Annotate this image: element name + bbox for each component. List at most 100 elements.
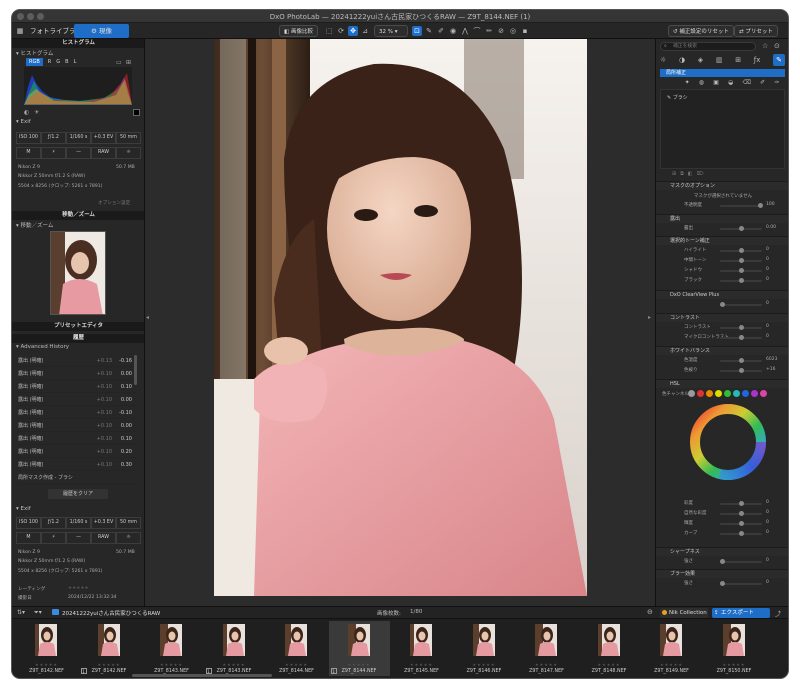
histogram-subheader[interactable]: ▾ ヒストグラム — [16, 49, 53, 57]
row-slider-knob[interactable] — [739, 501, 744, 506]
image-viewer[interactable]: ◂ ▸ — [146, 39, 654, 606]
contrast-section[interactable]: コントラスト — [656, 313, 788, 322]
channel-g[interactable]: G — [56, 58, 60, 66]
collapse-left-icon[interactable]: ◂ — [146, 314, 152, 328]
row-slider-knob[interactable] — [739, 511, 744, 516]
row-slider[interactable] — [720, 368, 762, 373]
fit-icon[interactable]: ⊡ — [412, 26, 422, 36]
row-slider-knob[interactable] — [739, 335, 744, 340]
compare-circle-icon[interactable]: ⊖ — [647, 608, 653, 616]
channel-r[interactable]: R — [48, 58, 51, 66]
blur-slider[interactable] — [720, 581, 762, 586]
row-slider[interactable] — [720, 268, 762, 273]
sharpness-slider[interactable] — [720, 559, 762, 564]
rating-stars[interactable]: ★★★★★ — [68, 586, 89, 591]
move-zoom-subheader[interactable]: ▾ 移動／ズーム — [16, 221, 53, 229]
gradient-icon[interactable]: ▣ — [713, 79, 719, 87]
brush-icon[interactable]: ✏ — [484, 26, 494, 36]
exposure-value[interactable]: 0.00 — [766, 225, 776, 230]
row-slider[interactable] — [720, 278, 762, 283]
compare-button[interactable]: ◧ 画像比較 — [279, 25, 318, 37]
nik-collection-button[interactable]: Nik Collection — [660, 608, 708, 618]
delete-mask-icon[interactable]: ⌦ — [697, 171, 704, 177]
history-header[interactable]: 履歴 — [12, 334, 144, 343]
sharpness-value[interactable]: 0 — [766, 558, 769, 563]
export-button[interactable]: ⇪ エクスポート — [712, 608, 770, 618]
thumb-stars[interactable]: ★★★★★ — [391, 662, 452, 667]
toggle-icon[interactable]: ⊙ — [774, 42, 780, 50]
slider-row-value[interactable]: 0 — [766, 277, 769, 282]
advanced-history-group[interactable]: ▾ Advanced History — [16, 344, 69, 350]
zoom-select[interactable]: 32 % ▾ — [374, 25, 408, 37]
hsl-section[interactable]: HSL — [656, 379, 788, 388]
history-item[interactable]: 露出 (明確) +0.10 0.00 — [18, 368, 136, 380]
history-item[interactable]: 露出 (明確) +0.10 0.20 — [18, 446, 136, 458]
filmstrip-thumb[interactable]: ★★★★★ Z9T_8144.NEF 1 — [328, 621, 390, 676]
hsl-swatch[interactable] — [733, 390, 740, 397]
history-item[interactable]: 露出 (明確) +0.10 0.10 — [18, 381, 136, 393]
thumb-stars[interactable]: ★★★★★ — [16, 662, 77, 667]
filmstrip-thumb[interactable]: ★★★★★ Z9T_8150.NEF — [704, 621, 765, 676]
exposure-slider[interactable] — [720, 226, 762, 231]
auto-mask-icon[interactable]: ◒ — [728, 79, 733, 87]
filmstrip-thumb[interactable]: ★★★★★ Z9T_8143.NEF 1 — [204, 621, 265, 676]
row-slider[interactable] — [720, 258, 762, 263]
opacity-slider[interactable] — [720, 203, 763, 208]
tab-detail-icon[interactable]: ◈ — [698, 54, 703, 66]
hsl-swatch[interactable] — [742, 390, 749, 397]
repair-icon[interactable]: ✎ — [424, 26, 434, 36]
thumb-stars[interactable]: ★★★★★ — [454, 662, 515, 667]
navigator-thumbnail[interactable] — [50, 231, 106, 315]
reset-corrections-button[interactable]: ↺ 補正設定のリセット — [668, 25, 734, 37]
sort-icon[interactable]: ⇅▾ — [17, 609, 25, 616]
history-item[interactable]: 露出 (明確) +0.10 0.00 — [18, 420, 136, 432]
thumb-stars[interactable]: ★★★★★ — [266, 662, 327, 667]
mask-item-brush[interactable]: ✎ ブラシ — [667, 94, 688, 101]
tab-fx-icon[interactable]: ƒx — [754, 54, 761, 66]
add-mask-icon[interactable]: ⊞ — [672, 171, 676, 177]
thumb-stars[interactable]: ★★★★★ — [79, 662, 140, 667]
slider-row-value[interactable]: 0 — [766, 520, 769, 525]
filmstrip-thumb[interactable]: ★★★★★ Z9T_8146.NEF — [454, 621, 515, 676]
color-wheel[interactable] — [690, 404, 766, 480]
search-input[interactable]: ⌕ 補正を検索 — [660, 42, 756, 51]
preset-button[interactable]: ⇄ プリセット — [734, 25, 778, 37]
history-item[interactable]: 露出 (明確) +0.13 -0.16 — [18, 355, 136, 367]
history-item[interactable]: 露出 (明確) +0.10 -0.10 — [18, 407, 136, 419]
row-slider-knob[interactable] — [739, 268, 744, 273]
filmstrip-thumb[interactable]: ★★★★★ Z9T_8144.NEF — [266, 621, 327, 676]
move-zoom-header[interactable]: 移動／ズーム — [12, 211, 144, 220]
row-slider[interactable] — [720, 521, 762, 526]
channel-l[interactable]: L — [74, 58, 77, 66]
hsl-swatch[interactable] — [715, 390, 722, 397]
blur-section[interactable]: ブラー効果 — [656, 569, 788, 578]
eyedropper-icon[interactable]: ✐ — [436, 26, 446, 36]
clearview-value[interactable]: 0 — [766, 301, 769, 306]
thumb-stars[interactable]: ★★★★★ — [704, 662, 765, 667]
slider-row-value[interactable]: 0 — [766, 510, 769, 515]
row-slider-knob[interactable] — [739, 521, 744, 526]
slider-row-value[interactable]: 0 — [766, 334, 769, 339]
red-eye-icon[interactable]: ◉ — [448, 26, 458, 36]
row-slider-knob[interactable] — [739, 531, 744, 536]
history-scrollbar[interactable] — [134, 355, 137, 385]
thumb-stars[interactable]: ★★★★★ — [141, 662, 202, 667]
straighten-icon[interactable]: ⊿ — [360, 26, 370, 36]
slider-row-value[interactable]: 0 — [766, 257, 769, 262]
hsl-swatch[interactable] — [760, 390, 767, 397]
row-slider-knob[interactable] — [739, 248, 744, 253]
history-item-last[interactable]: 局所マスク作成 - ブラシ — [18, 472, 136, 484]
filmstrip-thumb[interactable]: ★★★★★ Z9T_8145.NEF — [391, 621, 452, 676]
thumb-stars[interactable]: ★★★★★ — [641, 662, 702, 667]
folder-name[interactable]: 20241222yuiさん古民家ひつくるRAW — [62, 609, 160, 617]
row-slider[interactable] — [720, 248, 762, 253]
sharpness-section[interactable]: シャープネス — [656, 547, 788, 556]
clearview-section[interactable]: DxO ClearView Plus — [656, 290, 788, 299]
histogram-header[interactable]: ヒストグラム — [12, 39, 144, 48]
local-adjust-header[interactable]: 局所補正 — [660, 69, 785, 77]
channel-rgb[interactable]: RGB — [26, 58, 43, 66]
opacity-value[interactable]: 100 — [766, 202, 775, 207]
channel-b[interactable]: B — [65, 58, 68, 66]
opacity-knob[interactable] — [758, 203, 763, 208]
filter-icon[interactable]: ⏷▾ — [34, 609, 42, 617]
